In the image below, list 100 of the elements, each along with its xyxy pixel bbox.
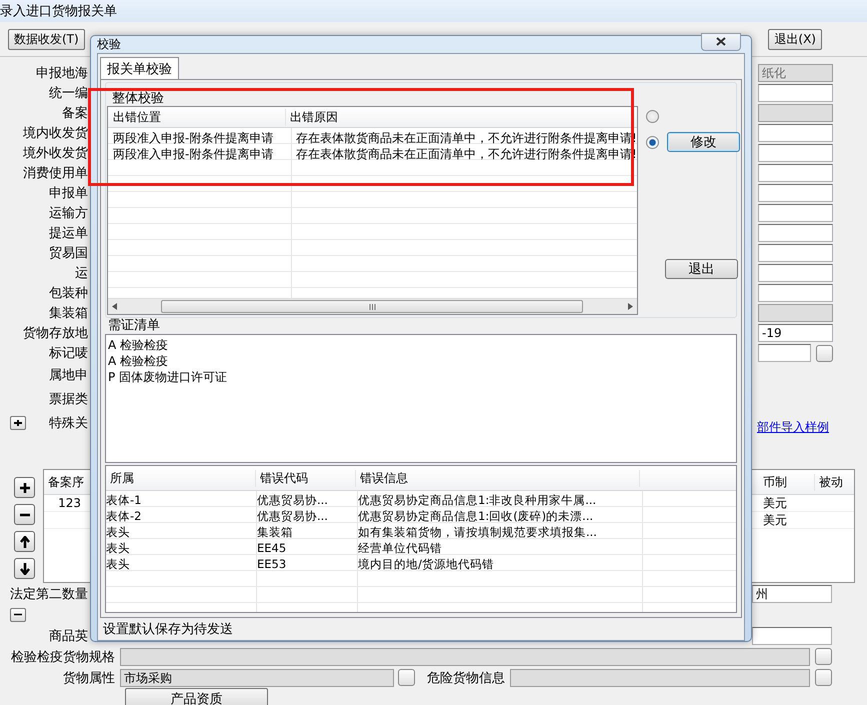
column-header: 被动 xyxy=(814,474,854,490)
lookup-button[interactable] xyxy=(815,648,832,665)
list-item[interactable]: A 检验检疫 xyxy=(108,337,734,353)
table-cell-text: 表头 xyxy=(106,556,131,572)
field-label: 统一编 xyxy=(49,85,88,102)
text-field[interactable] xyxy=(120,648,810,666)
arrow-up-icon xyxy=(20,536,30,548)
text-field[interactable] xyxy=(758,264,833,282)
field-label: 检验检疫货物规格 xyxy=(10,648,116,666)
scroll-right-icon[interactable] xyxy=(628,303,633,310)
table-cell-text: 优惠贸易协定商品信息1:回收(废碎)的未漂... xyxy=(358,508,594,524)
text-field[interactable] xyxy=(510,668,810,686)
text-field[interactable] xyxy=(752,626,832,644)
column-header: 错误代码 xyxy=(256,470,356,486)
expand-button[interactable] xyxy=(10,416,26,430)
toolbar-button[interactable]: 数据收发(T) xyxy=(8,28,85,50)
field-label: 特殊关 xyxy=(49,415,88,432)
column-header: 备案序 xyxy=(47,474,85,490)
field-label: 提运单 xyxy=(49,225,88,242)
qualification-button[interactable]: 产品资质 xyxy=(125,688,268,705)
radio-button[interactable] xyxy=(646,110,659,122)
table-cell-text: EE53 xyxy=(257,556,288,572)
dialog-title: 校验 xyxy=(97,36,121,53)
field-label: 申报地海 xyxy=(36,65,88,82)
field-label: 运输方 xyxy=(49,205,88,222)
field-label: 申报单 xyxy=(49,185,88,202)
text-field[interactable] xyxy=(758,144,833,162)
text-field[interactable]: 州 xyxy=(752,584,832,602)
table-cell-text: EE45 xyxy=(257,540,288,556)
table-cell: 存在表体散货商品未在正面清单中，不允许进行附条件提离申请! xyxy=(296,130,637,146)
text-field[interactable] xyxy=(758,224,833,242)
table-cell-text: 集装箱 xyxy=(257,524,294,540)
field-label: 消费使用单 xyxy=(23,165,88,182)
table-cell-text: 表体-2 xyxy=(106,508,142,524)
scroll-left-icon[interactable] xyxy=(112,303,117,310)
field-label: 集装箱 xyxy=(49,305,88,322)
tab[interactable]: 报关单校验 xyxy=(100,57,179,79)
modify-button[interactable]: 修改 xyxy=(666,132,740,152)
table-cell-text: 两段准入申报-附条件提离申请 xyxy=(113,130,274,146)
table-cell-text: 表头 xyxy=(106,540,131,556)
text-field[interactable]: 市场采购 xyxy=(120,668,394,686)
table-cell-text: 表体-1 xyxy=(106,492,142,508)
minus-icon xyxy=(20,512,30,516)
plus-icon xyxy=(14,419,22,427)
field-label: 境外收发货 xyxy=(23,145,88,162)
column-header: 所属 xyxy=(106,470,256,486)
move-up-button[interactable] xyxy=(14,531,35,552)
field-label: 贸易国 xyxy=(49,245,88,262)
column-header: 出错位置 xyxy=(108,108,286,126)
table-cell-text: 优惠贸易协... xyxy=(257,492,329,508)
close-button[interactable] xyxy=(701,32,741,50)
field-label: 危险货物信息 xyxy=(426,670,506,686)
field-label: 境内收发货 xyxy=(23,125,88,142)
list-item[interactable]: A 检验检疫 xyxy=(108,353,734,369)
field-label: 备案 xyxy=(62,105,88,122)
remove-row-button[interactable] xyxy=(14,504,35,525)
table-cell: 美元 xyxy=(763,496,787,510)
text-field[interactable] xyxy=(758,124,833,142)
group-title: 整体校验 xyxy=(111,90,165,106)
add-row-button[interactable] xyxy=(14,477,35,498)
field-label: 商品英 xyxy=(48,628,88,644)
table-cell: 美元 xyxy=(763,512,787,526)
minus-icon xyxy=(14,613,22,616)
field-label: 票据类 xyxy=(49,391,88,408)
text-field[interactable] xyxy=(758,164,833,182)
list-item[interactable]: P 固体废物进口许可证 xyxy=(108,369,734,385)
field-label: 货物属性 xyxy=(62,670,116,686)
arrow-down-icon xyxy=(20,562,30,574)
exit-button[interactable]: 退出 xyxy=(664,259,738,279)
table-cell-text: 境内目的地/货源地代码错 xyxy=(358,556,495,572)
table-cell-text: 如有集装箱货物，请按填制规范要求填报集... xyxy=(358,524,598,540)
plus-icon xyxy=(20,482,30,492)
text-field[interactable] xyxy=(758,244,833,262)
table-cell-text: 表头 xyxy=(106,524,131,540)
lookup-button[interactable] xyxy=(816,344,833,362)
text-field[interactable] xyxy=(758,184,833,202)
text-field[interactable] xyxy=(758,204,833,222)
table-cell-text: 两段准入申报-附条件提离申请 xyxy=(113,146,274,162)
horizontal-scrollbar[interactable] xyxy=(108,298,637,314)
radio-button[interactable] xyxy=(646,136,659,148)
group-title: 需证清单 xyxy=(107,318,161,334)
text-field[interactable]: -19 xyxy=(758,324,833,342)
table-cell-text: 优惠贸易协... xyxy=(257,508,329,524)
status-text: 设置默认保存为待发送 xyxy=(103,621,233,638)
lookup-button[interactable] xyxy=(815,669,832,686)
move-down-button[interactable] xyxy=(14,558,35,579)
text-field[interactable] xyxy=(758,284,833,302)
lookup-button[interactable] xyxy=(398,669,415,686)
field-label: 法定第二数量 xyxy=(9,586,88,602)
column-header: 错误信息 xyxy=(356,470,640,486)
import-sample-link[interactable]: 部件导入样例 xyxy=(757,419,833,436)
toolbar-button[interactable]: 退出(X) xyxy=(768,28,822,50)
table-cell-text: 优惠贸易协定商品信息1:非改良种用家牛属... xyxy=(358,492,598,508)
text-field[interactable] xyxy=(758,344,811,362)
text-field[interactable] xyxy=(758,84,833,102)
collapse-button[interactable] xyxy=(10,608,26,622)
field-label: 运 xyxy=(75,265,88,282)
window-title: 录入进口货物报关单 xyxy=(0,3,117,20)
grip-icon xyxy=(368,304,376,310)
field-label: 包装种 xyxy=(49,285,88,302)
